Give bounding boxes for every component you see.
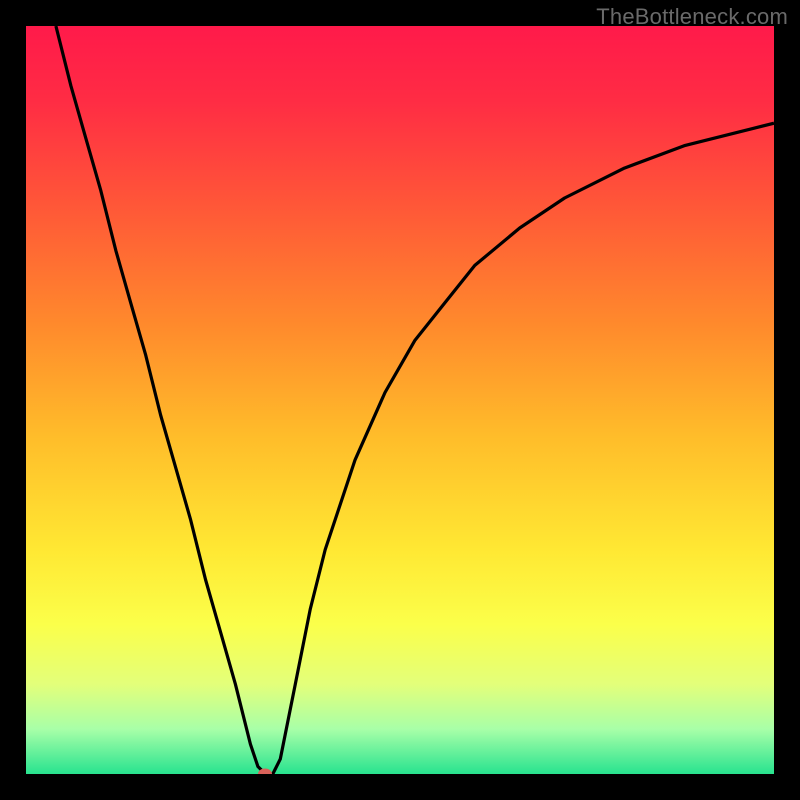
bottleneck-curve — [26, 26, 774, 774]
optimal-point-marker — [258, 769, 272, 775]
chart-frame: TheBottleneck.com — [0, 0, 800, 800]
plot-area — [26, 26, 774, 774]
watermark-text: TheBottleneck.com — [596, 4, 788, 30]
